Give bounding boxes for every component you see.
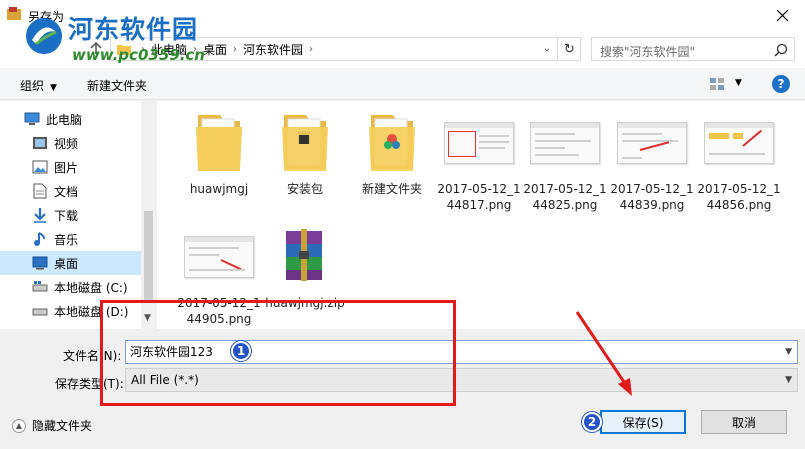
caret-down-icon[interactable]: ▼ (735, 78, 742, 88)
image-thumbnail-icon (528, 105, 602, 179)
picture-icon (32, 159, 48, 175)
video-icon (32, 135, 48, 151)
disk-icon (32, 279, 48, 295)
caret-down-icon: ▼ (50, 83, 57, 93)
sidebar-item-label: 本地磁盘 (C:) (54, 280, 128, 295)
file-name: 2017-05-12_144839.png (610, 182, 694, 212)
content-scrollbar[interactable] (789, 101, 805, 329)
sidebar-item-disk-c[interactable]: 本地磁盘 (C:) (0, 275, 141, 299)
watermark-logo (26, 18, 62, 54)
chevron-right-icon[interactable]: › (309, 44, 313, 55)
sidebar-item-desktop[interactable]: 桌面 (0, 251, 141, 275)
command-bar: 组织 ▼ 新建文件夹 ▼ ? (0, 68, 805, 100)
refresh-icon: ↻ (564, 41, 575, 57)
sidebar-item-label: 文档 (54, 184, 79, 199)
breadcrumb-desktop[interactable]: 桌面 (203, 41, 227, 58)
sidebar-item-videos[interactable]: 视频 (0, 131, 141, 155)
disk-icon (32, 303, 48, 319)
new-folder-button[interactable]: 新建文件夹 (87, 77, 147, 94)
file-item[interactable]: 2017-05-12_144839.png (610, 105, 694, 213)
file-list: huawjmgj 安装包 新建文件夹 2017-05-12_144817.png… (157, 101, 805, 329)
search-input[interactable]: 搜索"河东软件园" (591, 37, 795, 61)
file-name: 2017-05-12_144825.png (523, 182, 607, 212)
music-icon (32, 231, 48, 247)
document-icon (32, 183, 48, 199)
sidebar-item-label: 图片 (54, 160, 79, 175)
sidebar-item-this-pc[interactable]: 此电脑 (0, 107, 141, 131)
hide-folders-toggle[interactable]: ▲ 隐藏文件夹 (12, 417, 92, 434)
file-name: 2017-05-12_144856.png (697, 182, 781, 212)
file-name: 新建文件夹 (361, 182, 422, 196)
file-name: 2017-05-12_144817.png (437, 182, 521, 212)
file-item[interactable]: 安装包 (263, 105, 347, 197)
watermark-url: www.pc0359.cn (72, 46, 205, 64)
file-item[interactable]: 2017-05-12_144825.png (523, 105, 607, 213)
chevron-down-icon[interactable]: ▼ (785, 375, 792, 385)
chevron-down-icon[interactable]: ⌄ (543, 43, 551, 54)
organize-label: 组织 (20, 79, 45, 93)
desktop-icon (32, 255, 48, 271)
sidebar-item-pictures[interactable]: 图片 (0, 155, 141, 179)
file-item[interactable]: 2017-05-12_144817.png (437, 105, 521, 213)
hide-folders-label: 隐藏文件夹 (32, 419, 93, 433)
image-thumbnail-icon (702, 105, 776, 179)
file-item[interactable]: huawjmgj (177, 105, 261, 197)
file-item[interactable]: huawjmgj.zip (263, 219, 347, 311)
annotation-highlight-box (100, 300, 456, 406)
archive-icon (268, 219, 342, 293)
download-icon (32, 207, 48, 223)
organize-menu[interactable]: 组织 ▼ (20, 77, 57, 94)
sidebar-item-label: 音乐 (54, 232, 79, 247)
close-icon (776, 9, 788, 21)
sidebar-scrollbar[interactable]: ▼ (141, 101, 156, 329)
sidebar-item-label: 下载 (54, 208, 79, 223)
sidebar-item-music[interactable]: 音乐 (0, 227, 141, 251)
close-button[interactable] (759, 0, 805, 30)
chevron-down-icon[interactable]: ▼ (785, 347, 792, 357)
sidebar-item-label: 视频 (54, 136, 79, 151)
search-icon (774, 43, 788, 57)
sidebar-item-label: 此电脑 (46, 112, 83, 127)
chevron-right-icon[interactable]: › (233, 44, 237, 55)
watermark-brand: 河东软件园 (68, 15, 199, 44)
sidebar-item-label: 桌面 (54, 256, 79, 271)
navigation-pane: 此电脑 视频 图片 文档 下载 音乐 桌面 本地磁盘 (C:) 本地磁盘 (D:… (0, 101, 156, 329)
scrollbar-thumb[interactable] (144, 211, 153, 301)
annotation-badge-2: 2 (582, 412, 602, 432)
save-button[interactable]: 保存(S) (600, 410, 686, 434)
folder-icon (268, 105, 342, 179)
app-icon (7, 7, 21, 20)
file-item[interactable]: 新建文件夹 (350, 105, 434, 197)
image-thumbnail-icon (615, 105, 689, 179)
sidebar-item-documents[interactable]: 文档 (0, 179, 141, 203)
image-thumbnail-icon (182, 219, 256, 293)
file-name: huawjmgj (189, 182, 249, 196)
file-item[interactable]: 2017-05-12_144856.png (697, 105, 781, 213)
view-options-icon[interactable] (709, 76, 725, 92)
sidebar-item-downloads[interactable]: 下载 (0, 203, 141, 227)
file-name: 安装包 (286, 182, 323, 196)
pc-icon (24, 111, 40, 127)
folder-icon (355, 105, 429, 179)
help-button[interactable]: ? (772, 75, 790, 93)
breadcrumb-current[interactable]: 河东软件园 (243, 41, 303, 58)
chevron-up-icon: ▲ (12, 418, 26, 433)
annotation-badge-1: 1 (231, 341, 251, 361)
cancel-button[interactable]: 取消 (701, 410, 787, 434)
search-placeholder: 搜索"河东软件园" (600, 45, 696, 59)
image-thumbnail-icon (442, 105, 516, 179)
refresh-button[interactable]: ↻ (559, 37, 581, 61)
folder-icon (182, 105, 256, 179)
